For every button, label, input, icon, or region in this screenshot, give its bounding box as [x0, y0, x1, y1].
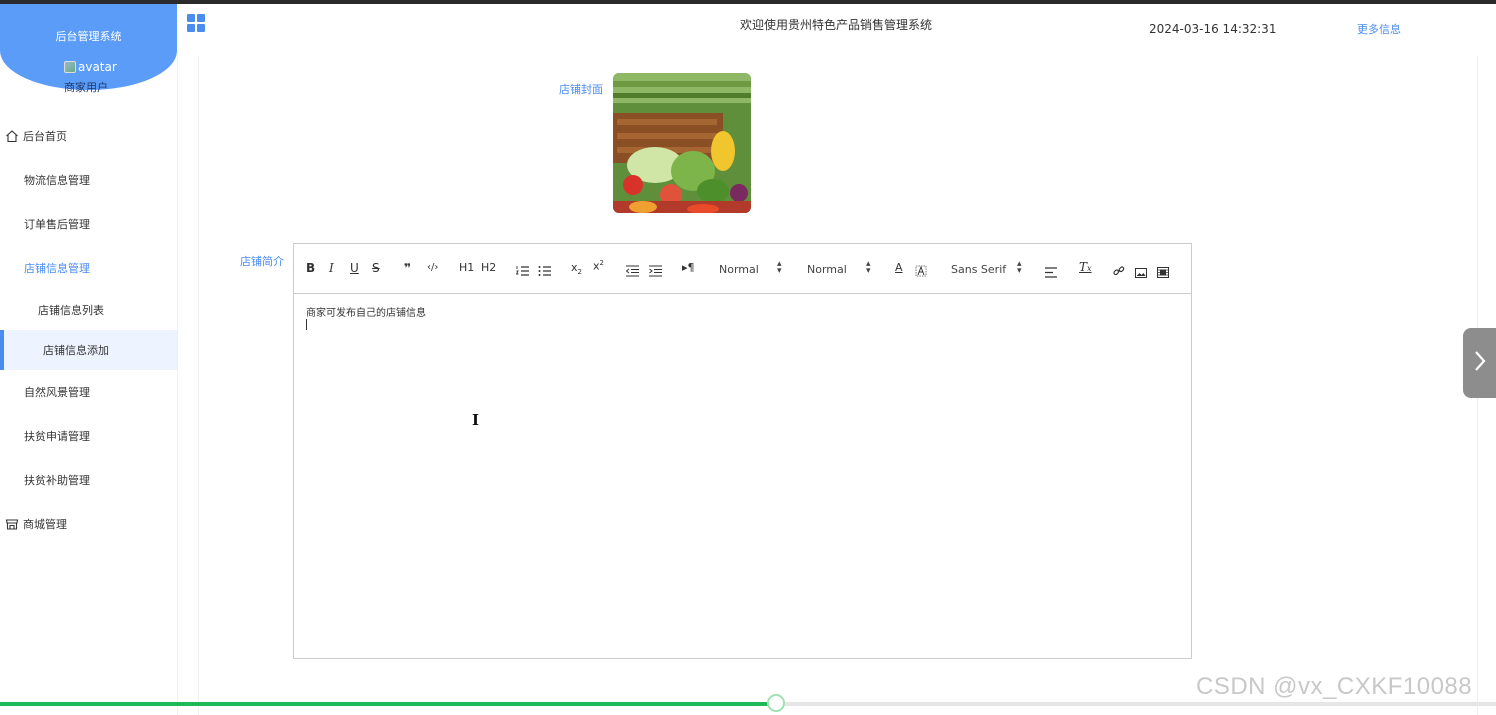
sidebar-item-shop-info[interactable]: 店铺信息管理: [0, 246, 177, 290]
link-icon[interactable]: [1113, 262, 1125, 281]
text-caret: [306, 319, 307, 330]
ordered-list-icon[interactable]: [515, 262, 529, 281]
indent-icon[interactable]: [649, 262, 662, 281]
brand-title: 后台管理系统: [55, 30, 122, 43]
bullet-list-icon[interactable]: [538, 262, 551, 281]
sidebar-item-label: 物流信息管理: [24, 174, 90, 187]
top-header: 欢迎使用贵州特色产品销售管理系统 2024-03-16 14:32:31 更多信…: [177, 4, 1496, 50]
code-button[interactable]: ‹/›: [427, 261, 438, 275]
italic-button[interactable]: I: [329, 261, 334, 275]
sidebar-item-label: 商城管理: [23, 518, 67, 531]
sidebar-item-label: 后台首页: [23, 130, 67, 143]
sidebar-item-shop-info-add[interactable]: 店铺信息添加: [0, 330, 177, 370]
subscript-icon[interactable]: x2: [571, 261, 582, 276]
shop-icon: [5, 517, 19, 531]
strike-button[interactable]: S: [372, 261, 380, 275]
cover-label: 店铺封面: [559, 83, 603, 96]
chevron-up-down-icon: ▴ ▾: [1017, 259, 1022, 276]
home-icon: [5, 129, 19, 143]
text-direction-icon[interactable]: ▸¶: [682, 261, 695, 274]
more-info-link[interactable]: 更多信息: [1357, 21, 1401, 37]
video-progress-bar[interactable]: [0, 702, 1496, 706]
sidebar-item-poverty-subsidy[interactable]: 扶贫补助管理: [0, 458, 177, 502]
sidebar-item-label: 扶贫申请管理: [24, 430, 90, 443]
sidebar-item-home[interactable]: 后台首页: [0, 114, 177, 158]
shop-cover-image[interactable]: [613, 73, 751, 213]
progress-fill: [0, 702, 777, 706]
avatar-alt-text: avatar: [78, 60, 117, 74]
username: 商家用户: [64, 81, 108, 94]
font-select[interactable]: Sans Serif: [951, 263, 1006, 276]
underline-button[interactable]: U: [350, 261, 359, 275]
sidebar-item-label: 店铺信息列表: [38, 304, 104, 317]
chevron-right-icon: [1473, 350, 1487, 376]
intro-label: 店铺简介: [240, 255, 284, 268]
sidebar-item-label: 店铺信息添加: [43, 344, 109, 357]
h1-button[interactable]: H1: [459, 261, 474, 275]
align-left-icon[interactable]: [1045, 263, 1057, 282]
next-page-button[interactable]: [1463, 328, 1496, 398]
progress-handle[interactable]: [767, 694, 785, 712]
image-icon[interactable]: [1135, 263, 1147, 282]
avatar[interactable]: avatar: [64, 60, 117, 74]
video-icon[interactable]: [1157, 263, 1169, 282]
outdent-icon[interactable]: [625, 262, 639, 281]
sidebar-item-label: 自然风景管理: [24, 386, 90, 399]
chevron-up-down-icon: ▴ ▾: [777, 259, 782, 276]
broken-image-icon: [64, 61, 76, 73]
sidebar-item-after-sales[interactable]: 订单售后管理: [0, 202, 177, 246]
current-datetime: 2024-03-16 14:32:31: [1149, 22, 1277, 36]
chevron-up-down-icon: ▴ ▾: [866, 259, 871, 276]
background-color-icon[interactable]: [915, 262, 927, 281]
clear-format-icon[interactable]: Tx: [1079, 260, 1092, 274]
sidebar-menu: 后台首页 物流信息管理 订单售后管理 店铺信息管理 店铺信息列表 店铺信息添加 …: [0, 114, 177, 546]
size-select[interactable]: Normal: [719, 263, 759, 276]
h2-button[interactable]: H2: [481, 261, 496, 275]
superscript-icon[interactable]: x2: [593, 259, 604, 273]
watermark: CSDN @vx_CXKF10088: [1196, 673, 1473, 700]
sidebar-item-poverty-apply[interactable]: 扶贫申请管理: [0, 414, 177, 458]
sidebar: 后台管理系统 avatar 商家用户 后台首页 物流信息管理 订单售后管理 店铺…: [0, 4, 178, 715]
editor-toolbar: B I U S ❞ ‹/› H1 H2 x2 x2 ▸¶ Normal ▴ ▾ N…: [294, 244, 1191, 294]
font-color-button[interactable]: A: [895, 261, 903, 275]
bold-button[interactable]: B: [306, 261, 315, 275]
sidebar-item-logistics[interactable]: 物流信息管理: [0, 158, 177, 202]
header-select[interactable]: Normal: [807, 263, 847, 276]
sidebar-item-shop-info-list[interactable]: 店铺信息列表: [0, 290, 177, 330]
brand-header: 后台管理系统 avatar 商家用户: [0, 4, 177, 94]
sidebar-item-mall[interactable]: 商城管理: [0, 502, 177, 546]
sidebar-item-label: 店铺信息管理: [24, 262, 90, 275]
editor-content[interactable]: 商家可发布自己的店铺信息: [306, 304, 426, 319]
grid-icon[interactable]: [187, 14, 205, 32]
sidebar-item-scenery[interactable]: 自然风景管理: [0, 370, 177, 414]
rich-text-editor: B I U S ❞ ‹/› H1 H2 x2 x2 ▸¶ Normal ▴ ▾ N…: [293, 243, 1192, 659]
ibeam-cursor-icon: I: [472, 411, 480, 429]
sidebar-item-label: 订单售后管理: [24, 218, 90, 231]
blockquote-button[interactable]: ❞: [404, 261, 411, 275]
welcome-title: 欢迎使用贵州特色产品销售管理系统: [740, 18, 933, 32]
sidebar-item-label: 扶贫补助管理: [24, 474, 90, 487]
